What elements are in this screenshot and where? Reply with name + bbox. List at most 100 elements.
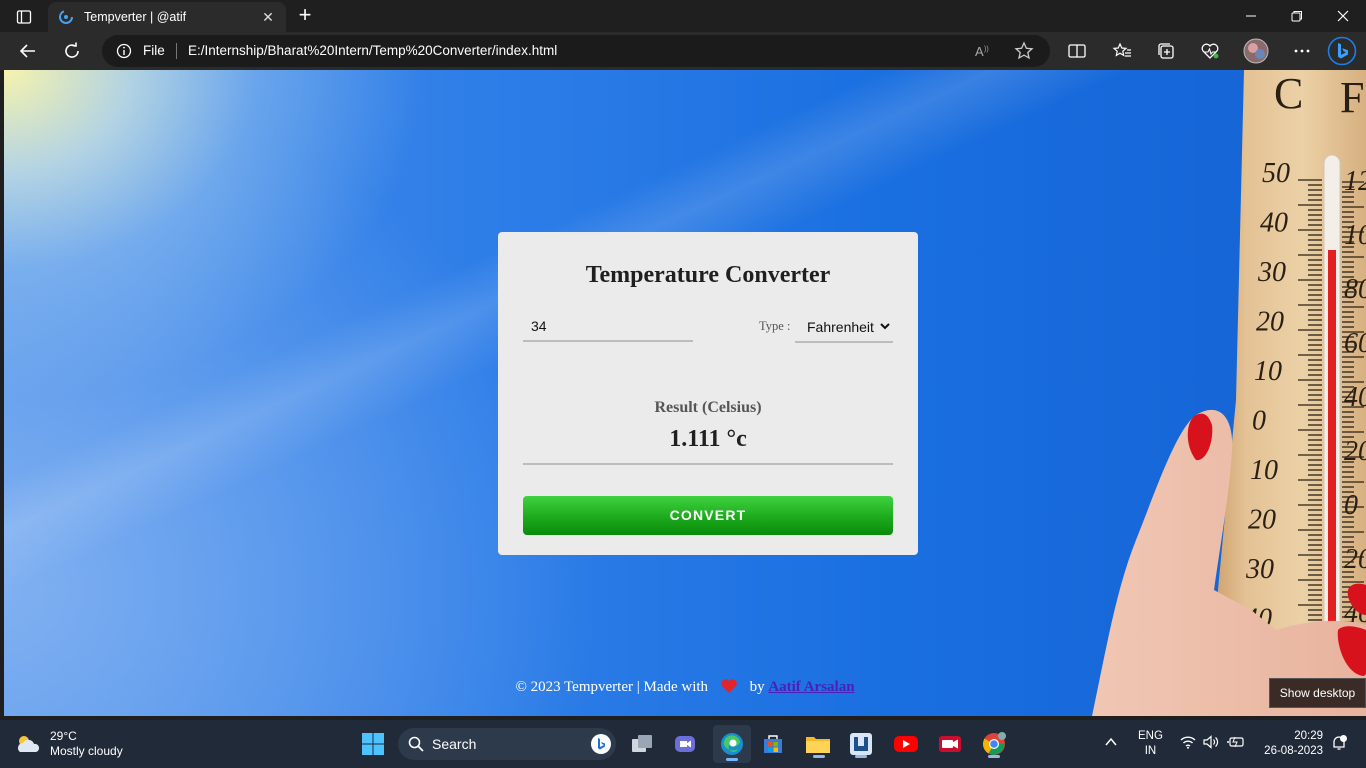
read-aloud-icon[interactable]: A)) (974, 42, 992, 60)
tab-title: Tempverter | @atif (84, 10, 187, 24)
minimize-button[interactable] (1228, 4, 1274, 28)
heart-icon (721, 679, 737, 693)
page-title: Temperature Converter (585, 262, 831, 288)
footer-copyright: © 2023 Tempverter | Made with (515, 679, 709, 695)
start-button[interactable] (357, 728, 389, 760)
running-indicator (855, 755, 867, 758)
teams-chat-button[interactable] (669, 728, 701, 760)
microsoft-store-icon (764, 735, 782, 753)
close-icon (1337, 10, 1349, 22)
thermometer-hand-image: C F 5040302010010203040 1201008060402002… (1092, 70, 1366, 716)
notification-icon[interactable] (1331, 735, 1347, 751)
taskbar: 29°C Mostly cloudy Search ENG IN 20:29 2… (0, 720, 1366, 768)
settings-more-button[interactable] (1288, 39, 1316, 63)
volume-icon[interactable] (1203, 735, 1219, 749)
language-code: ENG (1138, 730, 1163, 742)
collections-icon (1158, 43, 1174, 59)
system-clock[interactable]: 20:29 26-08-2023 (1259, 729, 1323, 759)
refresh-button[interactable] (58, 39, 86, 63)
chrome-icon (983, 732, 1006, 755)
celsius-scale-label: 40 (1260, 208, 1288, 239)
converter-card: Temperature Converter Type : Fahrenheit … (498, 232, 918, 555)
browser-essentials-button[interactable] (1196, 39, 1224, 63)
battery-icon[interactable] (1227, 735, 1245, 749)
loading-favicon-icon (59, 10, 73, 24)
convert-button[interactable]: CONVERT (523, 496, 893, 535)
fahrenheit-unit-label: F (1340, 73, 1364, 122)
more-dots-icon (1294, 49, 1310, 53)
result-value: 1.111 °c (669, 426, 747, 452)
store-button[interactable] (757, 728, 789, 760)
page-footer: © 2023 Tempverter | Made with by Aatif A… (4, 678, 1366, 696)
app-tile-icon (850, 733, 872, 755)
chat-icon (675, 736, 695, 752)
heart-pulse-icon (1201, 43, 1219, 59)
back-button[interactable] (14, 39, 42, 63)
taskbar-search[interactable]: Search (398, 728, 616, 760)
type-label: Type : (759, 319, 791, 333)
screen-recorder-button[interactable] (934, 728, 966, 760)
clock-time: 20:29 (1294, 730, 1323, 742)
weather-widget[interactable]: 29°C Mostly cloudy (14, 729, 123, 759)
browser-toolbar: File E:/Internship/Bharat%20Intern/Temp%… (0, 32, 1366, 70)
favorites-button[interactable] (1108, 39, 1136, 63)
app-button[interactable] (845, 728, 877, 760)
fahrenheit-scale-label: 120 (1344, 166, 1366, 197)
tab-actions-button[interactable] (10, 6, 38, 28)
page-viewport: C F 5040302010010203040 1201008060402002… (4, 70, 1366, 716)
temperature-input[interactable] (523, 312, 693, 342)
weather-temp: 29°C (50, 729, 77, 743)
favorite-star-icon[interactable] (1014, 41, 1034, 61)
fahrenheit-scale-label: 60 (1344, 328, 1366, 359)
task-view-icon (632, 735, 652, 752)
fahrenheit-scale-label: 40 (1344, 382, 1366, 413)
celsius-scale-label: 50 (1262, 158, 1290, 189)
result-divider (523, 463, 893, 465)
title-bar: Tempverter | @atif ✕ + (0, 0, 1366, 32)
celsius-scale-label: 30 (1245, 554, 1274, 585)
edge-icon (721, 733, 743, 755)
browser-tab[interactable]: Tempverter | @atif ✕ (48, 2, 286, 32)
bing-copilot-button[interactable] (1326, 35, 1358, 67)
back-arrow-icon (19, 44, 35, 58)
celsius-scale-label: 20 (1256, 307, 1284, 338)
chrome-button[interactable] (978, 728, 1010, 760)
celsius-scale-label: 10 (1250, 455, 1278, 486)
celsius-scale-label: 20 (1248, 505, 1276, 536)
fahrenheit-scale-label: 80 (1344, 274, 1366, 305)
celsius-unit-label: C (1274, 70, 1303, 118)
celsius-scale-label: 0 (1252, 406, 1266, 437)
address-bar[interactable]: File E:/Internship/Bharat%20Intern/Temp%… (102, 35, 1050, 67)
search-icon (408, 736, 424, 752)
url-text[interactable]: E:/Internship/Bharat%20Intern/Temp%20Con… (188, 43, 557, 58)
search-label: Search (432, 736, 477, 752)
author-link[interactable]: Aatif Arsalan (768, 679, 854, 695)
unit-type-select[interactable]: Fahrenheit (795, 312, 893, 343)
split-screen-button[interactable] (1063, 39, 1091, 63)
fahrenheit-scale-label: 20 (1344, 544, 1366, 575)
site-info-icon[interactable] (116, 43, 132, 59)
chevron-up-icon[interactable] (1104, 735, 1118, 749)
wifi-icon[interactable] (1180, 735, 1196, 749)
footer-by: by (749, 679, 765, 695)
language-indicator[interactable]: ENG IN (1138, 729, 1163, 759)
restore-button[interactable] (1274, 4, 1320, 28)
avatar (1243, 38, 1269, 64)
file-explorer-button[interactable] (802, 728, 834, 760)
bing-search-icon (591, 734, 611, 754)
tab-close-icon[interactable]: ✕ (260, 9, 276, 26)
edge-taskbar-button[interactable] (713, 725, 751, 763)
language-region: IN (1144, 745, 1157, 757)
new-tab-button[interactable]: + (292, 4, 318, 28)
task-view-button[interactable] (626, 728, 658, 760)
address-separator (176, 43, 177, 59)
unit-type-selected-value: Fahrenheit (807, 318, 874, 335)
address-scheme-label: File (143, 43, 165, 58)
split-screen-icon (1068, 44, 1086, 58)
close-window-button[interactable] (1320, 4, 1366, 28)
youtube-icon (894, 736, 918, 752)
tab-actions-icon (16, 10, 32, 24)
profile-button[interactable] (1242, 38, 1270, 64)
youtube-button[interactable] (890, 728, 922, 760)
collections-button[interactable] (1152, 39, 1180, 63)
